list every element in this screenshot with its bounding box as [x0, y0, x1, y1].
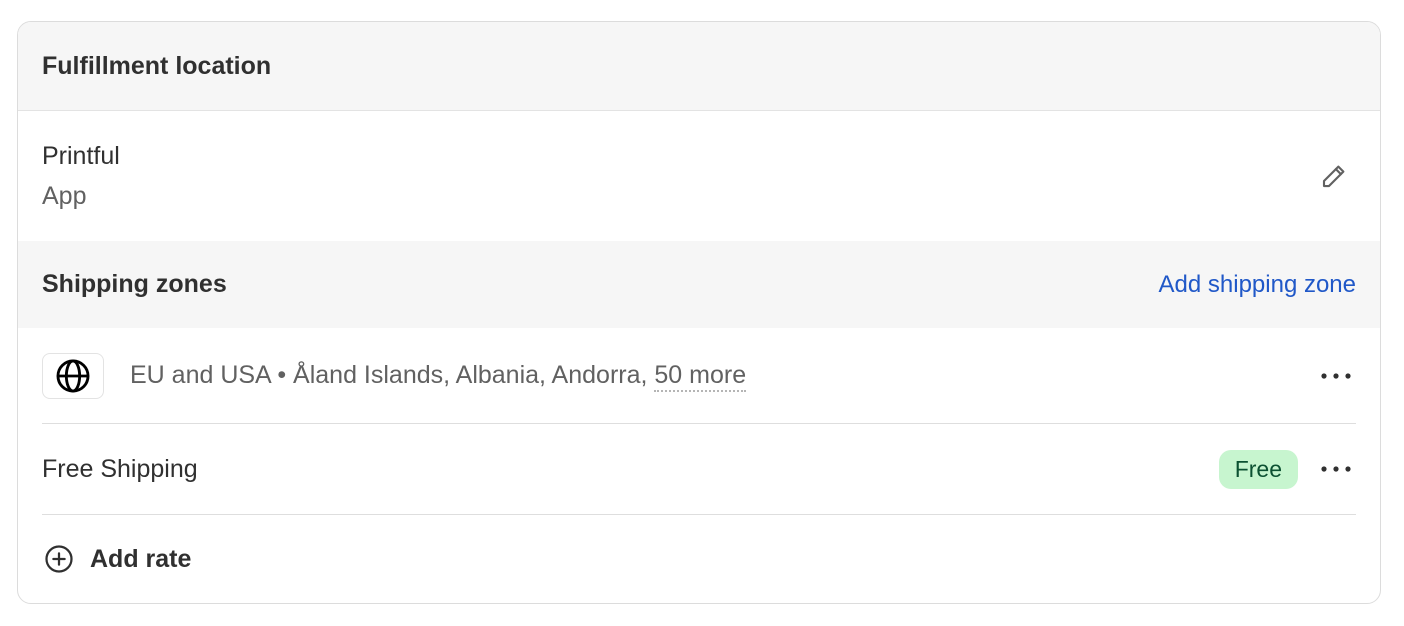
shipping-zones-header: Shipping zones Add shipping zone — [18, 241, 1380, 328]
add-rate-label: Add rate — [90, 544, 192, 573]
add-rate-button[interactable]: Add rate — [42, 515, 1356, 603]
more-horizontal-icon — [1321, 372, 1351, 379]
zone-separator: • — [277, 361, 287, 389]
rate-row: Free Shipping Free — [42, 424, 1356, 515]
shipping-zone-row: EU and USA • Åland Islands, Albania, And… — [42, 328, 1356, 424]
rate-price-badge: Free — [1218, 449, 1298, 489]
zone-more-actions-button[interactable] — [1316, 356, 1356, 396]
rate-name: Free Shipping — [42, 454, 198, 483]
rate-more-actions-button[interactable] — [1316, 449, 1356, 489]
globe-icon — [56, 359, 90, 392]
fulfillment-title: Fulfillment location — [42, 51, 272, 80]
add-shipping-zone-link[interactable]: Add shipping zone — [1159, 271, 1356, 299]
shipping-profile-card: Fulfillment location Printful App Shippi… — [17, 21, 1381, 604]
zone-summary: EU and USA • Åland Islands, Albania, And… — [130, 361, 1316, 392]
more-horizontal-icon — [1321, 466, 1351, 472]
fulfillment-location-row: Printful App — [18, 111, 1380, 241]
fulfillment-header: Fulfillment location — [18, 22, 1380, 111]
shipping-zones-title: Shipping zones — [42, 270, 227, 298]
shipping-zone-body: EU and USA • Åland Islands, Albania, And… — [18, 328, 1380, 603]
zone-name: EU and USA — [130, 361, 271, 389]
zone-more-countries[interactable]: 50 more — [654, 361, 747, 392]
location-info: Printful App — [42, 136, 120, 216]
edit-location-button[interactable] — [1314, 156, 1354, 196]
location-name: Printful — [42, 142, 120, 170]
plus-circle-icon — [42, 542, 76, 576]
zone-countries: Åland Islands, Albania, Andorra, — [293, 361, 648, 389]
zone-icon-box — [42, 352, 104, 399]
pencil-icon — [1322, 165, 1345, 188]
location-type: App — [42, 182, 87, 210]
